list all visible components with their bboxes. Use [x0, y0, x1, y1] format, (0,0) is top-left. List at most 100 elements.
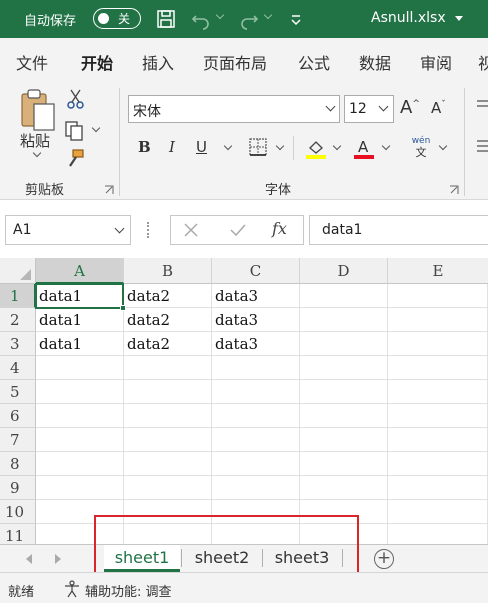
cell-e11[interactable] — [388, 524, 488, 544]
cell-d2[interactable] — [300, 308, 388, 332]
cell-d9[interactable] — [300, 476, 388, 500]
cell-d11[interactable] — [300, 524, 388, 544]
tab-formulas[interactable]: 公式 — [298, 50, 330, 74]
italic-button[interactable]: I — [169, 138, 175, 156]
increase-font-size-icon[interactable]: A^ — [400, 97, 420, 118]
format-painter-icon[interactable] — [64, 148, 86, 170]
cell-e10[interactable] — [388, 500, 488, 524]
customize-toolbar-icon[interactable] — [286, 8, 308, 30]
clipboard-launcher-icon[interactable] — [104, 185, 114, 195]
cell-b7[interactable] — [124, 428, 212, 452]
cell-e9[interactable] — [388, 476, 488, 500]
tab-data[interactable]: 数据 — [359, 50, 391, 74]
name-box[interactable]: A1 — [5, 215, 131, 245]
cell-d10[interactable] — [300, 500, 388, 524]
cell-c5[interactable] — [212, 380, 300, 404]
tab-home[interactable]: 开始 — [81, 50, 113, 74]
cell-d3[interactable] — [300, 332, 388, 356]
filename-dropdown-caret[interactable] — [455, 16, 463, 21]
cell-c6[interactable] — [212, 404, 300, 428]
phonetic-guide-button[interactable]: wén 文 — [410, 136, 432, 160]
cell-b6[interactable] — [124, 404, 212, 428]
cell-e2[interactable] — [388, 308, 488, 332]
row-header-3[interactable]: 3 — [0, 332, 36, 356]
font-color-dropdown-caret[interactable] — [381, 141, 391, 151]
cell-c8[interactable] — [212, 452, 300, 476]
row-header-7[interactable]: 7 — [0, 428, 36, 452]
copy-icon[interactable] — [64, 120, 86, 142]
cell-d8[interactable] — [300, 452, 388, 476]
cell-c3[interactable]: data3 — [212, 332, 300, 356]
chevron-down-icon[interactable] — [114, 223, 125, 234]
cell-c4[interactable] — [212, 356, 300, 380]
cell-d4[interactable] — [300, 356, 388, 380]
column-header-b[interactable]: B — [124, 258, 212, 284]
cell-c1[interactable]: data3 — [212, 284, 300, 308]
fill-handle[interactable] — [120, 305, 126, 311]
cell-a5[interactable] — [36, 380, 124, 404]
cell-e7[interactable] — [388, 428, 488, 452]
row-header-4[interactable]: 4 — [0, 356, 36, 380]
fill-color-icon[interactable] — [304, 136, 328, 160]
align-left-icon[interactable] — [476, 138, 488, 154]
cell-e6[interactable] — [388, 404, 488, 428]
cell-e8[interactable] — [388, 452, 488, 476]
font-name-select[interactable]: 宋体 — [128, 95, 340, 123]
cell-e5[interactable] — [388, 380, 488, 404]
cell-b1[interactable]: data2 — [124, 284, 212, 308]
column-header-a[interactable]: A — [36, 258, 124, 284]
cell-a9[interactable] — [36, 476, 124, 500]
redo-dropdown-caret[interactable] — [263, 10, 273, 20]
row-header-8[interactable]: 8 — [0, 452, 36, 476]
cell-a10[interactable] — [36, 500, 124, 524]
cell-b3[interactable]: data2 — [124, 332, 212, 356]
undo-icon[interactable] — [190, 8, 212, 30]
cell-c10[interactable] — [212, 500, 300, 524]
row-header-6[interactable]: 6 — [0, 404, 36, 428]
row-header-2[interactable]: 2 — [0, 308, 36, 332]
cell-c2[interactable]: data3 — [212, 308, 300, 332]
enter-check-icon[interactable] — [229, 222, 247, 238]
scroll-tabs-left-icon[interactable] — [26, 554, 32, 564]
autosave-toggle[interactable]: 关 — [93, 8, 141, 29]
sheet-tab-1[interactable]: sheet1 — [104, 545, 180, 572]
scroll-tabs-right-icon[interactable] — [55, 554, 61, 564]
paste-icon[interactable] — [18, 88, 58, 132]
cut-icon[interactable] — [66, 88, 86, 110]
column-header-d[interactable]: D — [300, 258, 388, 284]
cell-b8[interactable] — [124, 452, 212, 476]
cell-d7[interactable] — [300, 428, 388, 452]
paste-label[interactable]: 粘贴 — [20, 130, 50, 151]
cell-d1[interactable] — [300, 284, 388, 308]
row-header-10[interactable]: 10 — [0, 500, 36, 524]
cell-b2[interactable]: data2 — [124, 308, 212, 332]
cell-a8[interactable] — [36, 452, 124, 476]
tab-page-layout[interactable]: 页面布局 — [203, 50, 267, 74]
cell-c11[interactable] — [212, 524, 300, 544]
cell-b10[interactable] — [124, 500, 212, 524]
align-top-icon[interactable] — [476, 98, 488, 114]
row-header-5[interactable]: 5 — [0, 380, 36, 404]
cell-c9[interactable] — [212, 476, 300, 500]
tab-insert[interactable]: 插入 — [142, 50, 174, 74]
row-header-11[interactable]: 11 — [0, 524, 36, 544]
cell-a6[interactable] — [36, 404, 124, 428]
bold-button[interactable]: B — [138, 138, 151, 156]
insert-function-icon[interactable]: fx — [272, 219, 287, 238]
accessibility-icon[interactable] — [63, 580, 81, 598]
phonetic-dropdown-caret[interactable] — [438, 141, 448, 151]
borders-icon[interactable] — [248, 137, 268, 157]
cell-a4[interactable] — [36, 356, 124, 380]
cell-b5[interactable] — [124, 380, 212, 404]
cell-d6[interactable] — [300, 404, 388, 428]
cell-a11[interactable] — [36, 524, 124, 544]
redo-icon[interactable] — [238, 8, 260, 30]
row-header-9[interactable]: 9 — [0, 476, 36, 500]
cancel-icon[interactable] — [183, 222, 199, 238]
undo-dropdown-caret[interactable] — [215, 10, 225, 20]
accessibility-status[interactable]: 辅助功能: 调查 — [85, 581, 172, 600]
worksheet-grid[interactable]: A B C D E 1 2 3 4 5 6 7 8 9 10 11 data1 d… — [0, 258, 488, 544]
sheet-tab-2[interactable]: sheet2 — [184, 545, 260, 570]
underline-button[interactable]: U — [196, 138, 207, 156]
add-sheet-button[interactable]: + — [374, 549, 394, 569]
